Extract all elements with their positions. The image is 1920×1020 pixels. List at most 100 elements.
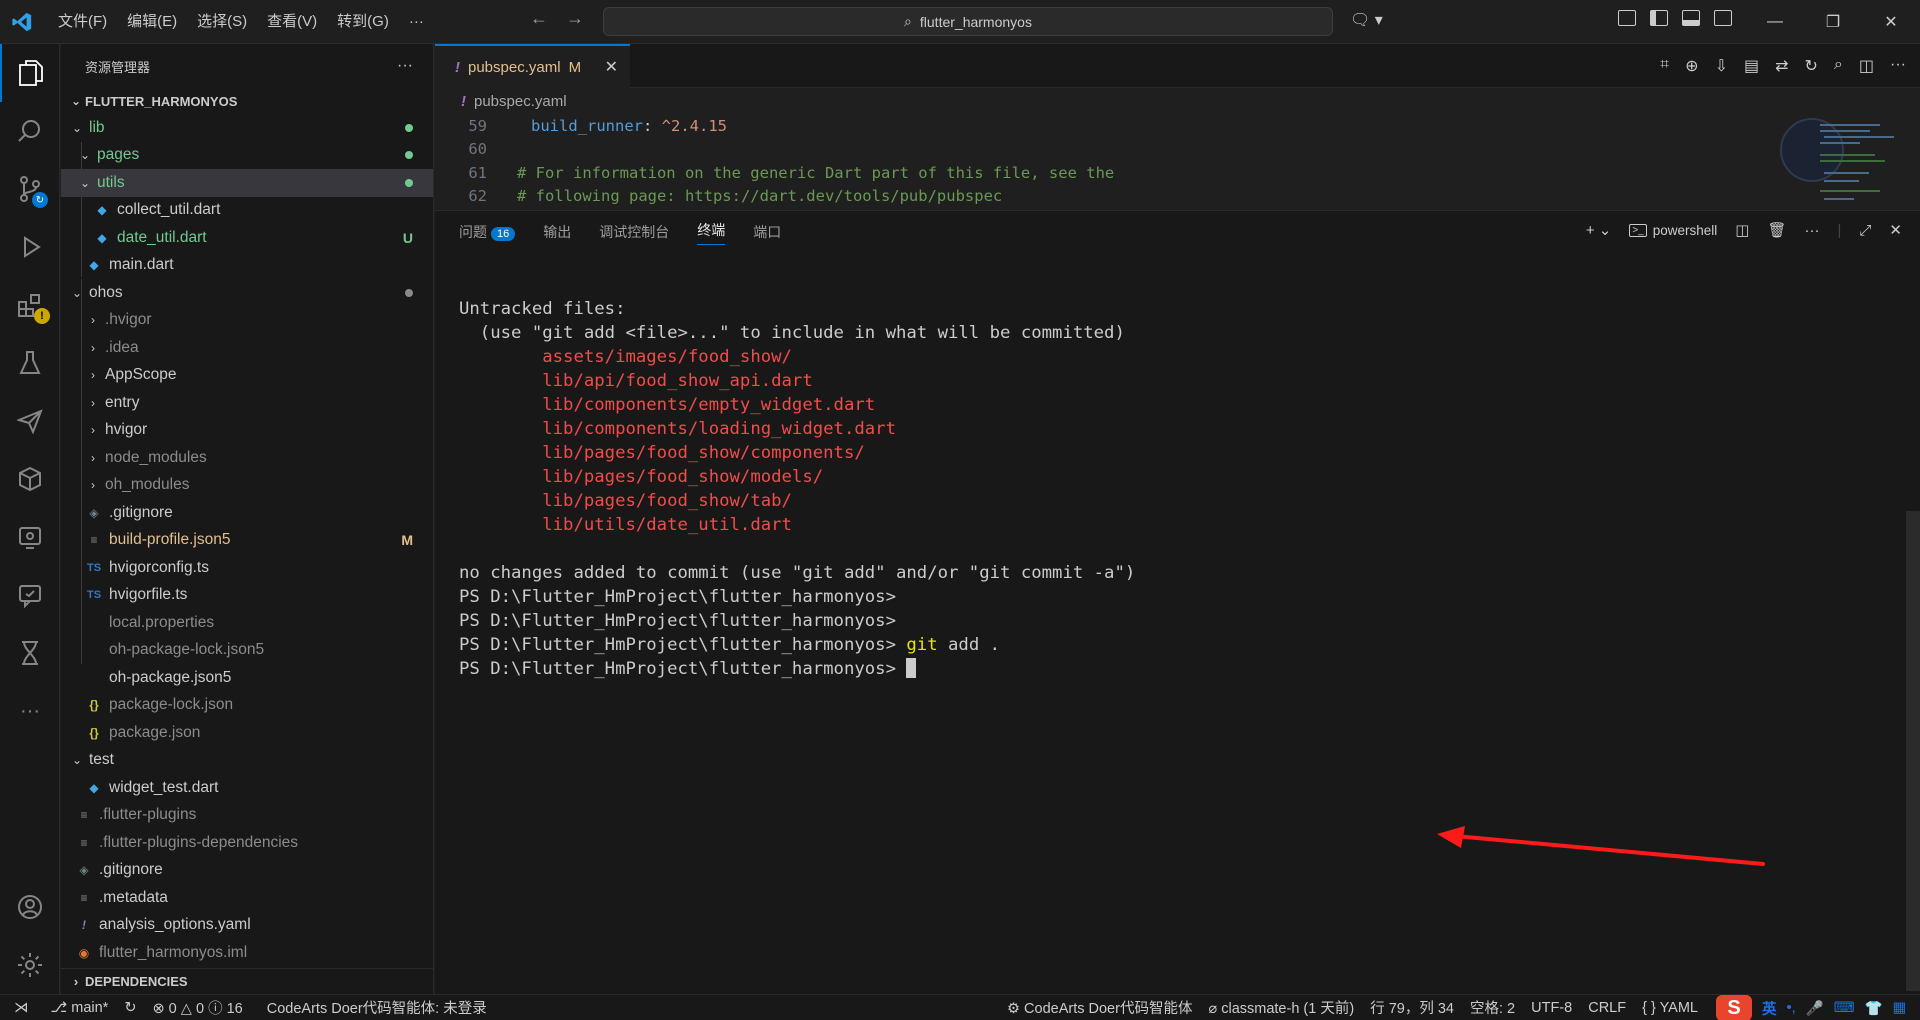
tree-file-package-lock[interactable]: {} package-lock.json bbox=[61, 692, 433, 720]
branch-indicator[interactable]: ⎇ main* bbox=[43, 1000, 117, 1016]
settings-gear-icon[interactable] bbox=[0, 936, 60, 994]
tree-file-build-profile[interactable]: ≡ build-profile.json5 M bbox=[61, 527, 433, 555]
hourglass-icon[interactable] bbox=[0, 624, 60, 682]
restore-icon[interactable]: ❐ bbox=[1804, 0, 1862, 44]
explorer-more-icon[interactable]: ··· bbox=[397, 57, 413, 75]
tree-file-iml[interactable]: ◉ flutter_harmonyos.iml bbox=[61, 939, 433, 967]
tree-folder-entry[interactable]: › entry bbox=[61, 389, 433, 417]
minimize-icon[interactable]: — bbox=[1746, 0, 1804, 44]
indentation[interactable]: 空格: 2 bbox=[1462, 997, 1523, 1018]
toggle-panel-icon[interactable] bbox=[1682, 10, 1700, 26]
tree-folder-ohos[interactable]: ⌄ ohos bbox=[61, 279, 433, 307]
account-icon[interactable] bbox=[0, 878, 60, 936]
more-actions-icon[interactable]: ··· bbox=[1890, 56, 1906, 76]
forward-arrow-icon[interactable]: → bbox=[566, 8, 584, 29]
menu-file[interactable]: 文件(F) bbox=[48, 0, 117, 44]
new-terminal-icon[interactable]: + ⌄ bbox=[1586, 221, 1612, 239]
command-center-search[interactable]: ⌕ flutter_harmonyos bbox=[603, 7, 1333, 36]
classmate-blame[interactable]: ⌀ classmate-h (1 天前) bbox=[1200, 997, 1362, 1018]
timeline-icon[interactable]: ⌗ bbox=[1660, 56, 1669, 76]
tab-problems[interactable]: 问题 16 bbox=[459, 222, 516, 242]
close-tab-icon[interactable]: ✕ bbox=[605, 57, 618, 77]
tree-folder-node-modules[interactable]: › node_modules bbox=[61, 444, 433, 472]
tree-file-hvigorfile[interactable]: TS hvigorfile.ts bbox=[61, 582, 433, 610]
tab-terminal[interactable]: 终端 bbox=[697, 220, 726, 245]
toggle-secondary-sidebar-icon[interactable] bbox=[1714, 10, 1732, 26]
tree-file-local-properties[interactable]: local.properties bbox=[61, 609, 433, 637]
dependencies-section-header[interactable]: › DEPENDENCIES bbox=[61, 968, 433, 994]
tree-file-analysis-options[interactable]: ! analysis_options.yaml bbox=[61, 912, 433, 940]
ime-grid-icon[interactable]: ▦ bbox=[1893, 1000, 1907, 1016]
end-of-line[interactable]: CRLF bbox=[1580, 1000, 1634, 1016]
encoding[interactable]: UTF-8 bbox=[1523, 1000, 1580, 1016]
tree-folder-test[interactable]: ⌄ test bbox=[61, 747, 433, 775]
menu-selection[interactable]: 选择(S) bbox=[187, 0, 257, 44]
remote-device-icon[interactable] bbox=[0, 508, 60, 566]
tree-folder-hvigor[interactable]: › hvigor bbox=[61, 417, 433, 445]
package-box-icon[interactable] bbox=[0, 450, 60, 508]
find-icon[interactable]: ⌕ bbox=[1834, 56, 1843, 76]
tree-file-collect-util[interactable]: ◆ collect_util.dart bbox=[61, 197, 433, 225]
sogou-ime-logo-icon[interactable]: S bbox=[1716, 995, 1752, 1020]
tree-file-flutter-plugins-deps[interactable]: ≡ .flutter-plugins-dependencies bbox=[61, 829, 433, 857]
tree-file-gitignore-root[interactable]: ◈ .gitignore bbox=[61, 857, 433, 885]
toggle-primary-sidebar-icon[interactable] bbox=[1650, 10, 1668, 26]
tree-folder-pages[interactable]: ⌄ pages bbox=[61, 142, 433, 170]
maximize-panel-icon[interactable]: ⤢ bbox=[1859, 222, 1871, 239]
tree-file-date-util[interactable]: ◆ date_util.dart U bbox=[61, 224, 433, 252]
search-icon[interactable] bbox=[0, 102, 60, 160]
minimap[interactable] bbox=[1780, 118, 1906, 208]
terminal-shell-selector[interactable]: >_ powershell bbox=[1629, 223, 1717, 238]
tab-ports[interactable]: 端口 bbox=[753, 222, 781, 242]
breadcrumb-file[interactable]: pubspec.yaml bbox=[474, 93, 567, 110]
close-window-icon[interactable]: ✕ bbox=[1862, 0, 1920, 44]
chat-bot-icon[interactable] bbox=[0, 566, 60, 624]
ime-skin-icon[interactable]: 👕 bbox=[1865, 1000, 1883, 1017]
code-view[interactable]: 59 build_runner: ^2.4.15 60 61 # For inf… bbox=[435, 114, 1920, 205]
testing-flask-icon[interactable] bbox=[0, 334, 60, 392]
remote-indicator-icon[interactable]: ⋊ bbox=[0, 1000, 43, 1016]
menu-edit[interactable]: 编辑(E) bbox=[117, 0, 187, 44]
tab-pubspec-yaml[interactable]: ! pubspec.yaml M ✕ bbox=[435, 44, 630, 88]
notes-icon[interactable]: ▤ bbox=[1744, 56, 1759, 76]
tree-folder-lib[interactable]: ⌄ lib bbox=[61, 114, 433, 142]
tree-folder-hvigor-hidden[interactable]: › .hvigor bbox=[61, 307, 433, 335]
codearts-agent-status[interactable]: ⚙ CodeArts Doer代码智能体 bbox=[999, 997, 1200, 1018]
tab-output[interactable]: 输出 bbox=[543, 222, 571, 242]
ime-punctuation-icon[interactable]: •, bbox=[1787, 1000, 1796, 1016]
source-control-icon[interactable]: ↻ bbox=[0, 160, 60, 218]
terminal-scrollbar[interactable] bbox=[1906, 511, 1920, 991]
tree-folder-oh-modules[interactable]: › oh_modules bbox=[61, 472, 433, 500]
codearts-login-status[interactable]: CodeArts Doer代码智能体: 未登录 bbox=[259, 997, 495, 1018]
extensions-icon[interactable]: ! bbox=[0, 276, 60, 334]
tree-file-oh-package-lock[interactable]: oh-package-lock.json5 bbox=[61, 637, 433, 665]
deploy-plane-icon[interactable] bbox=[0, 392, 60, 450]
tree-folder-utils[interactable]: ⌄ utils bbox=[61, 169, 433, 197]
tree-file-package-json[interactable]: {} package.json bbox=[61, 719, 433, 747]
menu-view[interactable]: 查看(V) bbox=[257, 0, 327, 44]
explorer-icon[interactable] bbox=[0, 44, 60, 102]
problems-indicator[interactable]: ⊗ 0 △ 0 ⓘ 16 bbox=[144, 997, 250, 1018]
split-editor-icon[interactable]: ◫ bbox=[1859, 56, 1874, 76]
tree-folder-appscope[interactable]: › AppScope bbox=[61, 362, 433, 390]
ime-language[interactable]: 英 bbox=[1762, 998, 1777, 1019]
back-arrow-icon[interactable]: ← bbox=[530, 8, 548, 29]
tree-file-oh-package[interactable]: oh-package.json5 bbox=[61, 664, 433, 692]
refresh-icon[interactable]: ↻ bbox=[1805, 56, 1818, 76]
menu-more[interactable]: ··· bbox=[399, 0, 434, 44]
tree-folder-idea[interactable]: › .idea bbox=[61, 334, 433, 362]
compare-icon[interactable]: ⇄ bbox=[1775, 56, 1788, 76]
tree-file-hvigorconfig[interactable]: TS hvigorconfig.ts bbox=[61, 554, 433, 582]
tree-file-widget-test[interactable]: ◆ widget_test.dart bbox=[61, 774, 433, 802]
ime-microphone-icon[interactable]: 🎤 bbox=[1806, 1000, 1824, 1017]
copilot-chat-icon[interactable]: 🗨 ▾ bbox=[1350, 10, 1383, 30]
download-icon[interactable]: ⇩ bbox=[1715, 56, 1728, 76]
ime-keyboard-icon[interactable]: ⌨ bbox=[1834, 1000, 1855, 1016]
split-terminal-icon[interactable]: ◫ bbox=[1735, 221, 1749, 239]
language-mode[interactable]: { } YAML bbox=[1634, 1000, 1706, 1016]
upload-icon[interactable]: ⊕ bbox=[1685, 56, 1698, 76]
tree-file-metadata[interactable]: ≡ .metadata bbox=[61, 884, 433, 912]
customize-layout-icon[interactable] bbox=[1618, 10, 1636, 26]
more-views-icon[interactable]: ··· bbox=[0, 682, 60, 740]
terminal-output[interactable]: Untracked files: (use "git add <file>...… bbox=[459, 273, 1135, 729]
